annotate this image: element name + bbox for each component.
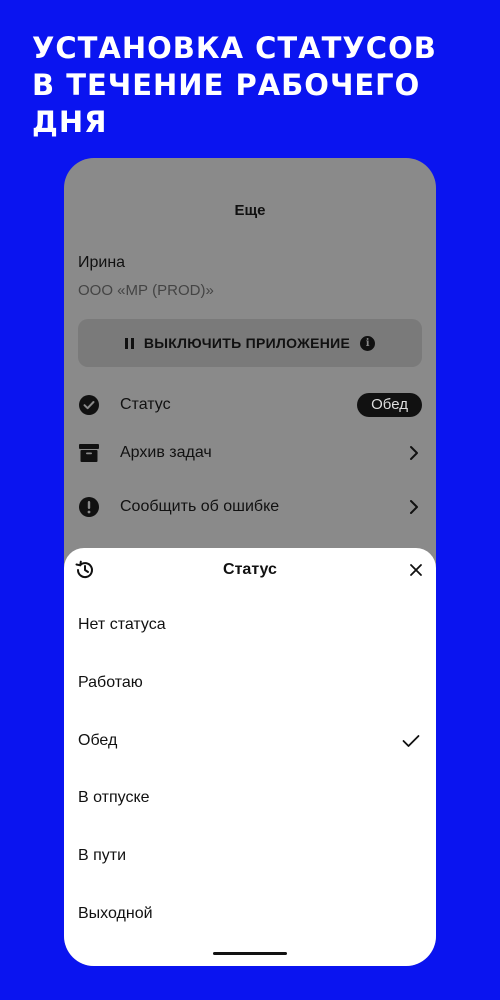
pause-icon (124, 337, 134, 349)
exclamation-circle-icon (78, 496, 100, 518)
status-option-vacation[interactable]: В отпуске (78, 783, 422, 813)
disable-app-button[interactable]: ВЫКЛЮЧИТЬ ПРИЛОЖЕНИЕ i (78, 319, 422, 367)
status-option-label: Обед (78, 732, 118, 749)
company-name: ООО «МР (PROD)» (78, 282, 214, 299)
headline-line-2: В ТЕЧЕНИЕ РАБОЧЕГО (32, 68, 421, 102)
menu-item-label: Сообщить об ошибке (120, 498, 280, 515)
user-name: Ирина (78, 254, 126, 271)
home-indicator (213, 952, 287, 955)
disable-app-label: ВЫКЛЮЧИТЬ ПРИЛОЖЕНИЕ (143, 335, 351, 351)
status-option-working[interactable]: Работаю (78, 668, 422, 698)
status-option-none[interactable]: Нет статуса (78, 610, 422, 640)
status-option-label: В отпуске (78, 789, 150, 806)
chevron-right-icon (410, 446, 418, 460)
check-circle-icon (78, 394, 100, 416)
menu-item-label: Статус (120, 396, 171, 413)
info-icon[interactable]: i (360, 335, 376, 351)
sheet-header: Статус (64, 558, 436, 584)
phone-screen: Еще Ирина ООО «МР (PROD)» ВЫКЛЮЧИТЬ ПРИЛ… (64, 158, 436, 966)
status-option-on-the-way[interactable]: В пути (78, 841, 422, 871)
status-option-label: Выходной (78, 905, 153, 922)
checkmark-icon (402, 735, 420, 747)
status-bottom-sheet: Статус Нет статуса Работаю Обед В отпуск… (64, 548, 436, 966)
status-option-label: В пути (78, 847, 127, 864)
menu-item-report-bug[interactable]: Сообщить об ошибке (78, 492, 422, 522)
status-option-lunch[interactable]: Обед (78, 726, 422, 756)
status-badge: Обед (357, 393, 422, 417)
sheet-title: Статус (223, 561, 277, 578)
status-option-day-off[interactable]: Выходной (78, 899, 422, 929)
menu-item-status[interactable]: Статус Обед (78, 390, 422, 420)
headline-line-1: УСТАНОВКА СТАТУСОВ (32, 31, 437, 65)
headline-line-3: ДНЯ (32, 105, 108, 139)
menu-item-label: Архив задач (120, 444, 212, 461)
chevron-right-icon (410, 500, 418, 514)
archive-icon (78, 442, 100, 464)
close-icon[interactable] (409, 563, 423, 577)
promo-headline: УСТАНОВКА СТАТУСОВ В ТЕЧЕНИЕ РАБОЧЕГО ДН… (32, 30, 472, 141)
status-option-label: Работаю (78, 674, 143, 691)
menu-item-task-archive[interactable]: Архив задач (78, 438, 422, 468)
status-option-label: Нет статуса (78, 616, 166, 633)
screen-title: Еще (234, 202, 266, 219)
